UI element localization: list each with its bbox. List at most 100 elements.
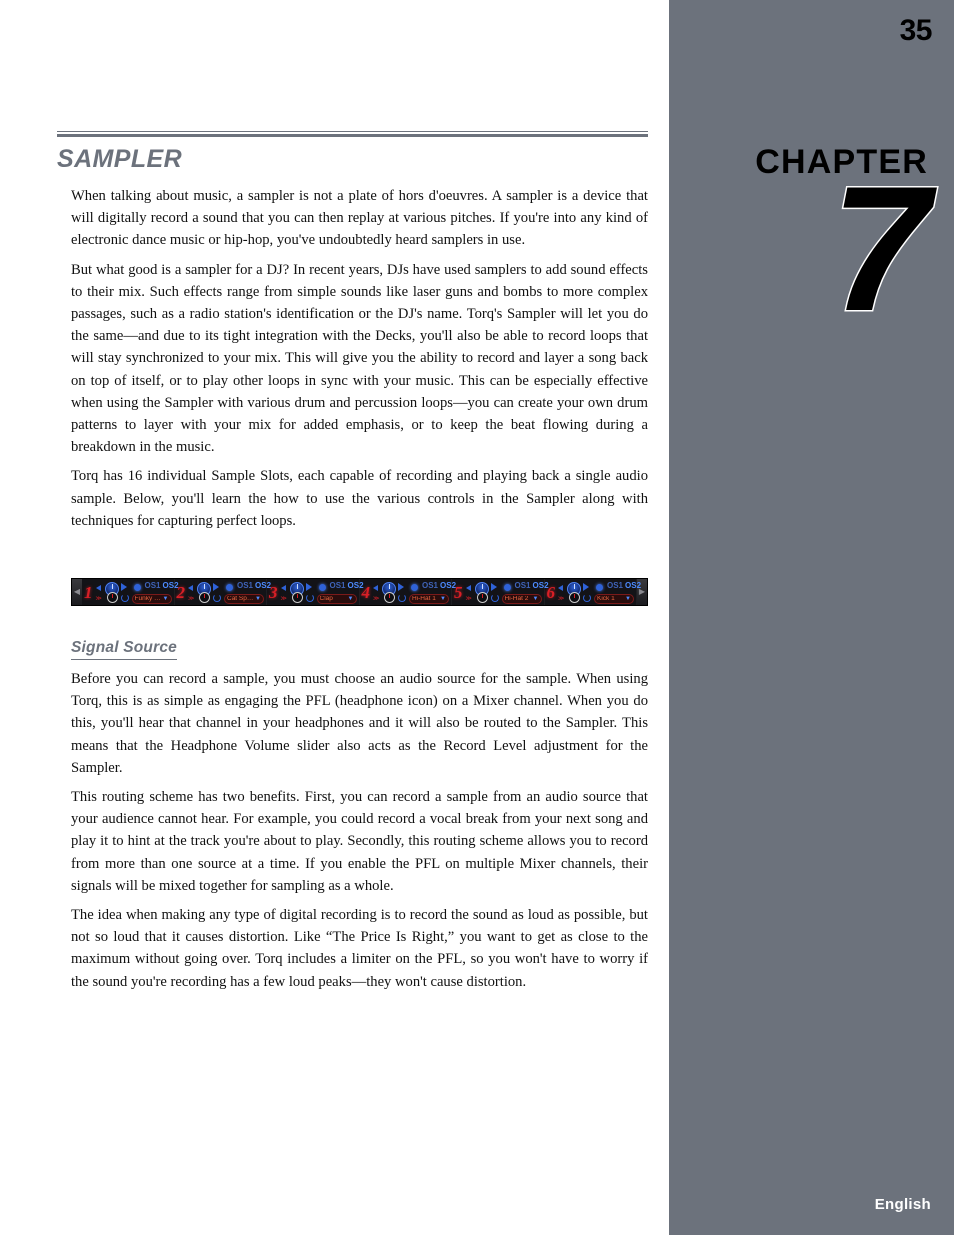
record-icon[interactable] — [411, 584, 418, 591]
slot-number: 3 — [269, 582, 278, 602]
chevron-down-icon: ▼ — [255, 596, 261, 602]
sample-name-label: Clap — [319, 595, 333, 602]
play-icon[interactable] — [490, 583, 497, 591]
sample-name-dropdown[interactable]: Hi-Hat 1 ▼ — [409, 594, 449, 604]
os1-label: OS1 — [422, 581, 439, 590]
volume-arrow-icon — [373, 585, 378, 591]
slot-controls: ≫ OS1 OS2 Hi-Hat 2 ▼ — [464, 579, 549, 605]
slot-controls: ≫ OS1 OS2 Clap ▼ — [279, 579, 364, 605]
chevron-down-icon: ▼ — [347, 596, 354, 602]
page-number: 35 — [899, 14, 933, 47]
sample-slot[interactable]: 4 ≫ OS1 OS2 Hi-Hat 1 ▼ — [360, 579, 456, 605]
slot-controls: ≫ OS1OS2 Funky Dru... ▼ — [94, 579, 179, 605]
os-indicators: OS1 OS2 — [145, 582, 179, 590]
paragraph: When talking about music, a sampler is n… — [71, 188, 648, 249]
speed-icon: ≫ — [558, 596, 565, 602]
pitch-knob[interactable] — [476, 592, 488, 603]
scroll-left-icon[interactable]: ◀ — [72, 579, 82, 605]
chapter-number: 7 — [830, 149, 932, 348]
sample-slot[interactable]: 5 ≫ OS1 OS2 Hi-Hat 2 ▼ — [452, 579, 549, 605]
slot-number: 2 — [176, 582, 186, 602]
os-indicators: OS1 OS2 — [422, 582, 456, 590]
os-indicators: OS1 OS2 — [515, 582, 549, 590]
loop-icon[interactable] — [398, 594, 406, 602]
sample-name-label: Funky Dru... — [134, 595, 162, 602]
sample-name-label: Cat Spacesh — [227, 595, 254, 602]
speed-icon: ≫ — [95, 596, 102, 602]
speed-icon: ≫ — [465, 596, 472, 602]
os1-label: OS1 — [329, 581, 346, 590]
chevron-down-icon: ▼ — [440, 596, 446, 602]
chevron-down-icon: ▼ — [162, 596, 169, 602]
os-indicators: OS1 OS2 — [237, 582, 271, 590]
os2-label: OS2 — [625, 581, 642, 590]
os-indicators: OS1 OS2 — [330, 582, 364, 590]
sample-name-dropdown[interactable]: Cat Spacesh ▼ — [224, 594, 264, 604]
sample-name-label: Hi-Hat 2 — [504, 595, 529, 602]
play-icon[interactable] — [583, 583, 589, 591]
slot-controls: ≫ OS1 OS2 Kick 1 ▼ — [556, 579, 641, 605]
os-indicators: OS1 OS2 — [607, 582, 641, 590]
record-icon[interactable] — [318, 584, 326, 591]
play-icon[interactable] — [213, 583, 219, 591]
sample-name-dropdown[interactable]: Hi-Hat 2 ▼ — [501, 594, 542, 604]
os1-label: OS1 — [607, 581, 624, 590]
os1-label: OS1 — [144, 581, 161, 590]
os1-label: OS1 — [514, 581, 531, 590]
slot-number: 1 — [84, 582, 93, 602]
sample-slot[interactable]: 2 ≫ OS1OS2 Cat Spacesh — [175, 579, 271, 605]
paragraph: This routing scheme has two benefits. Fi… — [71, 789, 648, 894]
pitch-knob[interactable] — [384, 592, 395, 603]
record-icon[interactable] — [226, 584, 233, 591]
sample-slot-list: 1 ≫ OS1OS2 Funky Dru... — [82, 579, 641, 605]
speed-icon: ≫ — [188, 596, 195, 602]
language-footer: English — [874, 1196, 931, 1213]
pitch-knob[interactable] — [199, 592, 210, 603]
record-icon[interactable] — [596, 584, 603, 591]
loop-icon[interactable] — [490, 594, 499, 602]
paragraph: The idea when making any type of digital… — [71, 907, 648, 990]
sample-name-label: Kick 1 — [597, 595, 615, 602]
sample-slot[interactable]: 1 ≫ OS1OS2 Funky Dru... — [82, 579, 179, 605]
chevron-down-icon: ▼ — [532, 596, 539, 602]
content-column: SAMPLER When talking about music, a samp… — [0, 0, 669, 1235]
volume-arrow-icon — [558, 585, 563, 591]
slot-number: 6 — [546, 582, 556, 602]
manual-page: SAMPLER When talking about music, a samp… — [0, 0, 954, 1235]
section-title: SAMPLER — [57, 145, 183, 173]
loop-icon[interactable] — [305, 594, 314, 602]
intro-paragraphs: When talking about music, a sampler is n… — [71, 185, 648, 539]
sample-name-dropdown[interactable]: Funky Dru... ▼ — [131, 594, 172, 604]
pitch-knob[interactable] — [291, 592, 303, 603]
slot-number: 5 — [454, 582, 463, 602]
loop-icon[interactable] — [120, 594, 129, 602]
play-icon[interactable] — [305, 583, 312, 591]
record-icon[interactable] — [133, 584, 141, 591]
volume-arrow-icon — [465, 585, 471, 591]
section-rule — [57, 131, 648, 137]
play-icon[interactable] — [120, 583, 127, 591]
signal-source-block: Signal Source Before you can record a sa… — [71, 639, 648, 1000]
volume-arrow-icon — [188, 585, 193, 591]
volume-arrow-icon — [95, 585, 101, 591]
pitch-knob[interactable] — [569, 592, 580, 603]
chapter-sidebar: 35 CHAPTER 7 English — [669, 0, 954, 1235]
slot-controls: ≫ OS1OS2 Cat Spacesh ▼ — [186, 579, 271, 605]
sample-name-dropdown[interactable]: Kick 1 ▼ — [594, 594, 634, 604]
record-icon[interactable] — [503, 584, 511, 591]
chevron-down-icon: ▼ — [625, 596, 631, 602]
play-icon[interactable] — [398, 583, 404, 591]
sample-slot[interactable]: 6 ≫ OS1 OS2 Kick 1 ▼ — [545, 579, 641, 605]
slot-controls: ≫ OS1 OS2 Hi-Hat 1 ▼ — [371, 579, 456, 605]
slot-number: 4 — [361, 582, 371, 602]
subsection-title: Signal Source — [71, 639, 177, 660]
loop-icon[interactable] — [583, 594, 591, 602]
paragraph: But what good is a sampler for a DJ? In … — [71, 261, 648, 456]
loop-icon[interactable] — [213, 594, 221, 602]
sample-name-dropdown[interactable]: Clap ▼ — [316, 594, 357, 604]
paragraph: Before you can record a sample, you must… — [71, 671, 648, 776]
speed-icon: ≫ — [373, 596, 380, 602]
sample-slot[interactable]: 3 ≫ OS1 OS2 Clap ▼ — [267, 579, 364, 605]
volume-arrow-icon — [280, 585, 286, 591]
pitch-knob[interactable] — [106, 592, 118, 603]
